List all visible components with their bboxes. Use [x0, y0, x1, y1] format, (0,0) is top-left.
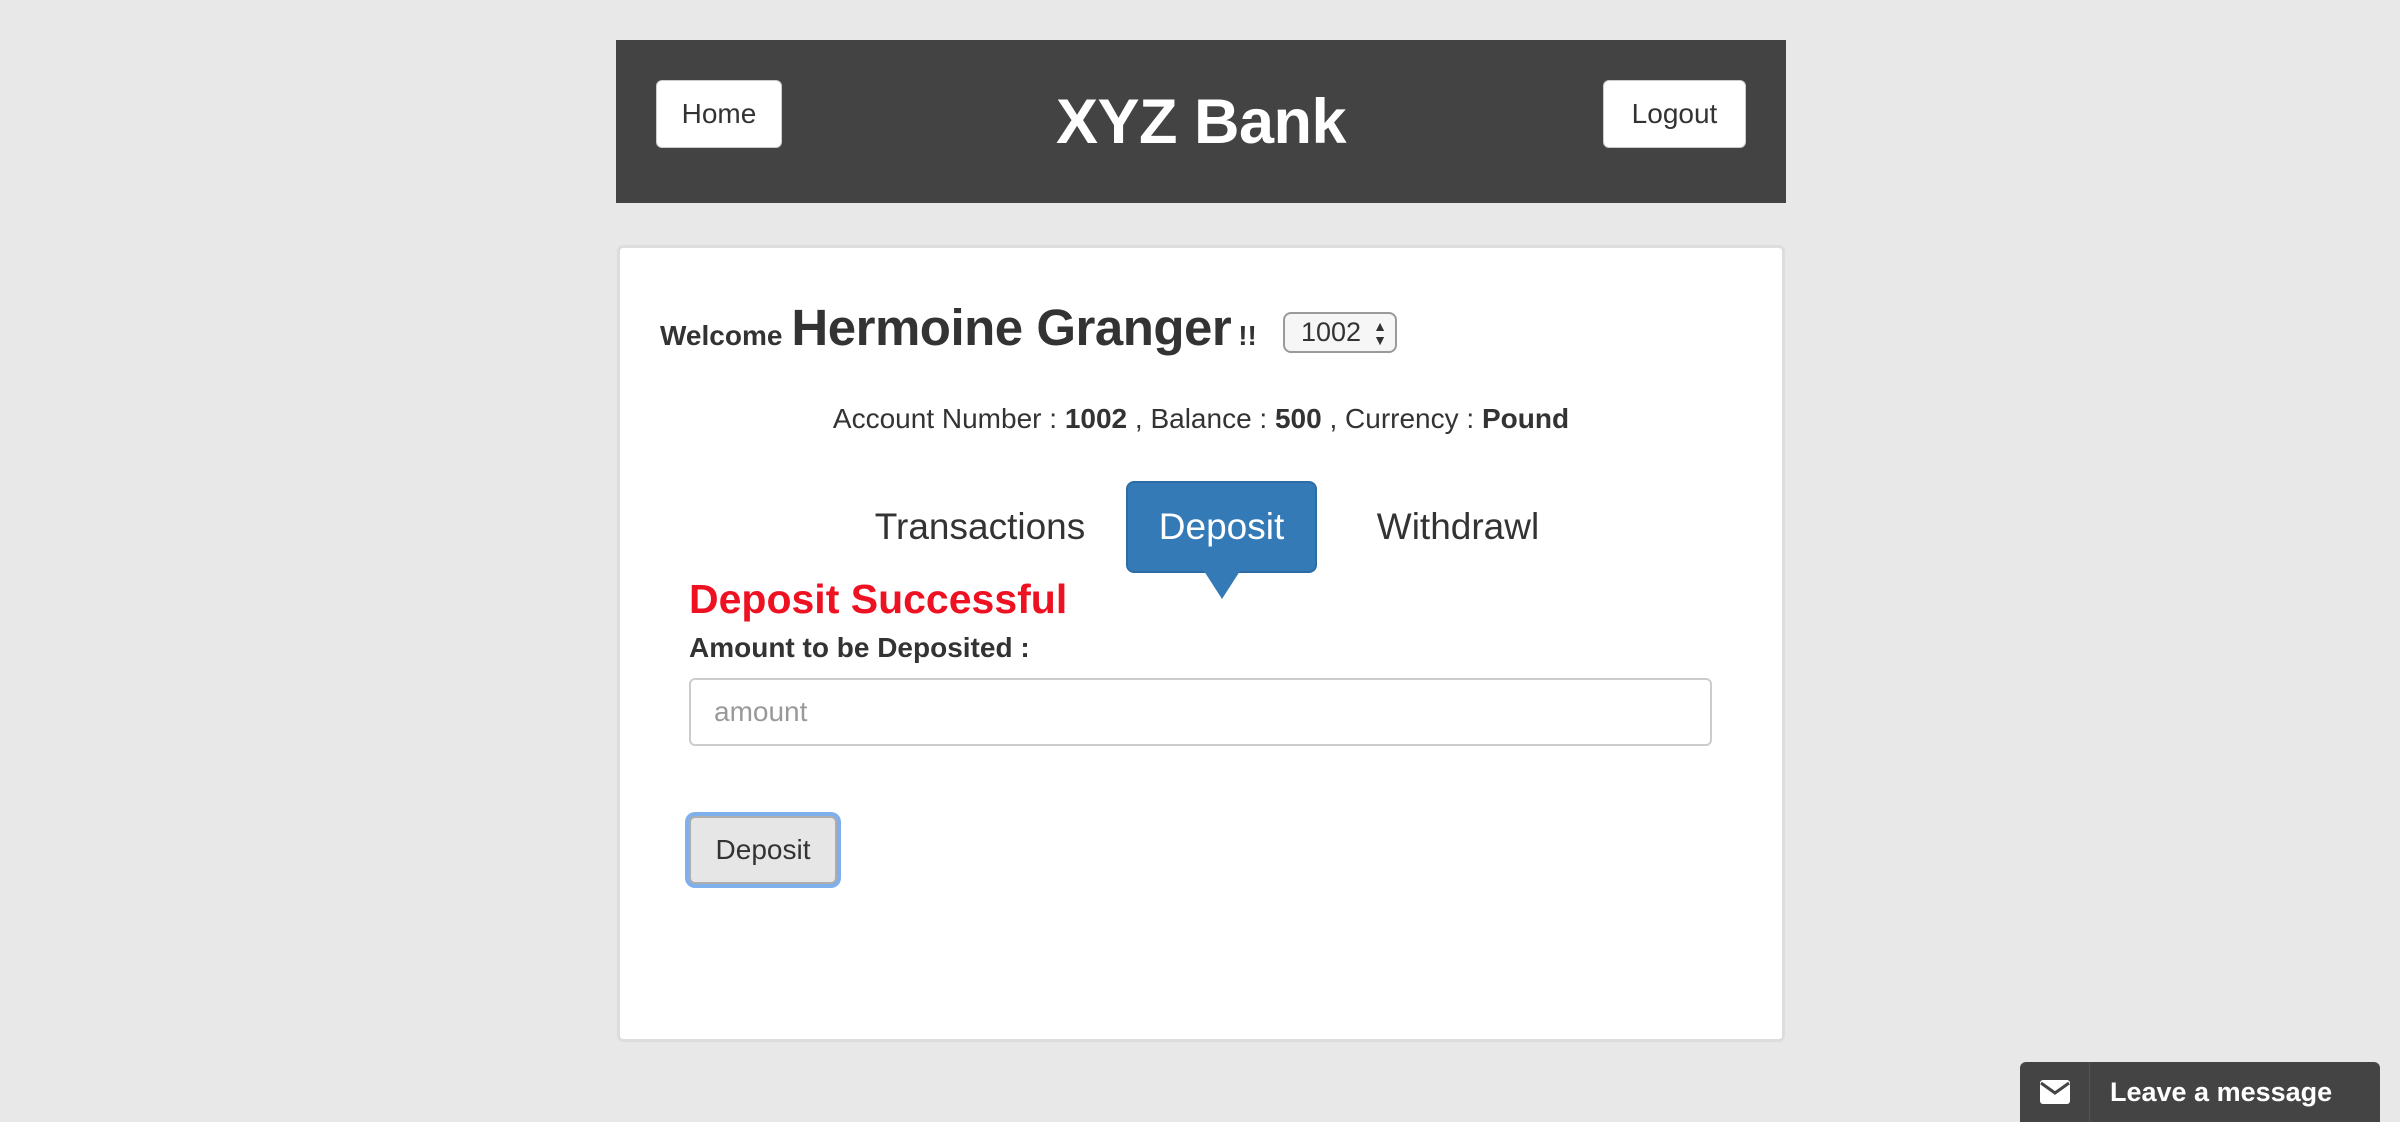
account-info: Account Number : 1002 , Balance : 500 , … [620, 403, 1782, 435]
tab-deposit-label: Deposit [1158, 506, 1285, 547]
account-select-value: 1002 [1301, 317, 1362, 347]
amount-input[interactable] [689, 678, 1712, 746]
select-arrows-icon: ▲ ▼ [1373, 318, 1387, 348]
welcome-row: Welcome Hermoine Granger !! [660, 298, 1257, 358]
tab-withdrawl[interactable]: Withdrawl [1343, 481, 1573, 573]
welcome-exclaim: !! [1238, 320, 1257, 351]
balance-value: 500 [1274, 403, 1322, 434]
welcome-label: Welcome [660, 320, 783, 351]
deposit-success-message: Deposit Successful [689, 576, 1068, 622]
currency-label: , Currency : [1329, 403, 1475, 434]
logout-button[interactable]: Logout [1603, 80, 1746, 148]
balance-label: , Balance : [1134, 403, 1268, 434]
account-panel: Welcome Hermoine Granger !! 1002 ▲ ▼ Acco… [617, 245, 1785, 1042]
leave-message-widget[interactable]: Leave a message [2020, 1062, 2380, 1122]
customer-name: Hermoine Granger [791, 299, 1232, 356]
currency-value: Pound [1481, 403, 1570, 434]
account-number-label: Account Number : [832, 403, 1058, 434]
amount-label: Amount to be Deposited : [689, 632, 1030, 663]
account-tabs: Transactions Deposit Withdrawl [620, 481, 1782, 599]
envelope-icon [2020, 1062, 2090, 1122]
top-header: Home XYZ Bank Logout [616, 40, 1786, 203]
deposit-submit-button[interactable]: Deposit [689, 816, 837, 884]
active-tab-pointer [1203, 571, 1240, 599]
account-select[interactable]: 1002 ▲ ▼ [1283, 312, 1397, 353]
tab-transactions[interactable]: Transactions [865, 481, 1095, 573]
leave-message-label: Leave a message [2110, 1076, 2333, 1107]
account-number-value: 1002 [1064, 403, 1128, 434]
tab-deposit[interactable]: Deposit [1126, 481, 1317, 599]
